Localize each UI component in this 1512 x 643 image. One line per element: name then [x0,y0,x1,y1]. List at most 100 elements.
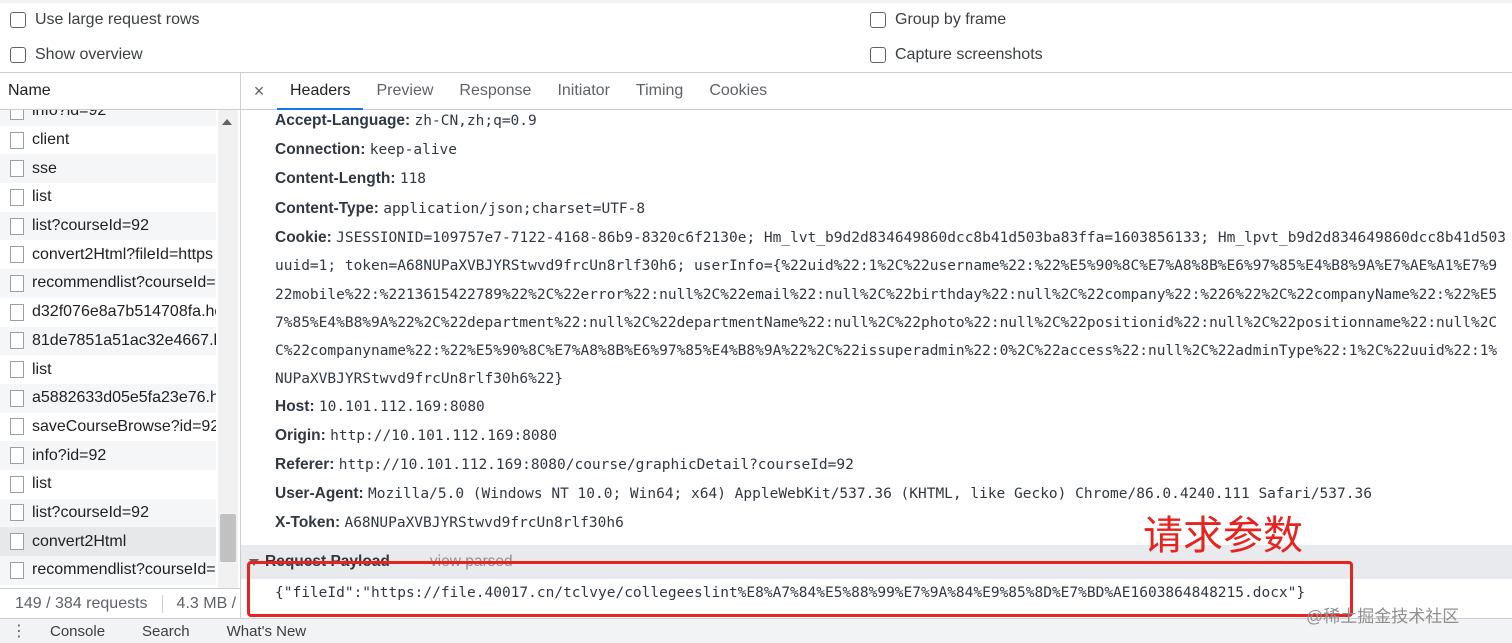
request-row[interactable]: saveCourseBrowse?id=92 [0,413,216,442]
header-host: Host: 10.101.112.169:8080 [275,398,485,416]
file-icon [10,188,24,206]
request-row[interactable]: list?courseId=92 [0,498,216,528]
cookie-continuation: C%22companyname%22:%22%E5%90%8C%E7%A8%8B… [275,343,1498,359]
annotation-label: 请求参数 [1143,513,1303,559]
cookie-continuation: 22mobile%22:%2213615422789%22%2C%22error… [275,287,1498,303]
request-name: recommendlist?courseId= [32,561,216,579]
scrollbar-thumb[interactable] [220,514,236,562]
request-name: recommendlist?courseId= [32,274,216,292]
request-name: info?id=92 [32,110,107,120]
close-icon[interactable]: × [241,73,277,109]
header-key: Origin: [275,427,326,444]
request-name: d32f076e8a7b514708fa.hc [32,303,216,321]
show-overview-setting[interactable]: Show overview [10,46,143,64]
header-value: A68NUPaXVBJYRStwvd9frcUn8rlf30h6 [344,515,624,531]
group-by-frame-setting[interactable]: Group by frame [870,11,1006,29]
header-value: 118 [399,171,427,187]
request-row[interactable]: list?courseId=92 [0,211,216,241]
name-column-label: Name [8,82,51,99]
name-column-header[interactable]: Name [0,73,240,110]
request-list-panel: Name info?id=92 client sse list list?courseI… [0,73,241,618]
request-row[interactable]: info?id=92 [0,110,216,126]
tab-initiator[interactable]: Initiator [544,73,622,109]
header-value: 10.101.112.169:8080 [318,399,485,415]
file-icon [10,389,24,407]
file-icon [10,246,24,264]
request-detail-panel: × Headers Preview Response Initiator Tim… [241,73,1512,618]
header-origin: Origin: http://10.101.112.169:8080 [275,427,557,445]
request-row[interactable]: sse [0,154,216,184]
file-icon [10,418,24,436]
header-user-agent: User-Agent: Mozilla/5.0 (Windows NT 10.0… [275,485,1372,503]
use-large-rows-checkbox[interactable] [10,12,26,28]
capture-screenshots-checkbox[interactable] [870,47,886,63]
group-by-frame-checkbox[interactable] [870,12,886,28]
file-icon [10,447,24,465]
request-row[interactable]: list [0,183,216,212]
request-row[interactable]: convert2Html?fileId=https [0,240,216,269]
header-key: Connection: [275,141,366,158]
request-row[interactable]: info?id=92 [0,441,216,470]
file-icon [10,533,24,551]
request-row[interactable]: recommendlist?courseId= [0,556,216,585]
request-row[interactable]: recommendlist?courseId= [0,269,216,298]
cookie-continuation: uuid=1; token=A68NUPaXVBJYRStwvd9frcUn8r… [275,258,1498,274]
file-icon [10,110,24,120]
show-overview-label: Show overview [35,46,143,63]
header-value: zh-CN,zh;q=0.9 [414,113,537,129]
file-icon [10,361,24,379]
request-name: convert2Html [32,532,127,550]
request-row[interactable]: d32f076e8a7b514708fa.hc [0,298,216,327]
header-value: Mozilla/5.0 (Windows NT 10.0; Win64; x64… [368,486,1372,502]
file-icon [10,504,24,522]
request-name: list [32,188,52,206]
request-name: convert2Html?fileId=https [32,245,213,263]
request-name: client [32,131,70,149]
header-connection: Connection: keep-alive [275,141,457,159]
request-name: saveCourseBrowse?id=92 [32,417,216,435]
use-large-rows-setting[interactable]: Use large request rows [10,11,200,29]
request-row[interactable]: list [0,470,216,499]
file-icon [10,217,24,235]
request-row[interactable]: list [0,355,216,384]
tab-label: Response [459,82,532,99]
capture-screenshots-label: Capture screenshots [895,46,1043,63]
request-name: sse [32,159,57,177]
drawer-tab-console[interactable]: Console [38,623,130,640]
scroll-up-arrow-icon[interactable] [222,119,232,125]
drawer-tab-search[interactable]: Search [130,623,215,640]
header-key: Cookie: [275,229,332,246]
request-row[interactable]: a5882633d05e5fa23e76.h. [0,383,216,413]
annotation-highlight-box [247,561,1353,617]
tab-response[interactable]: Response [446,73,544,109]
tab-preview[interactable]: Preview [363,73,446,109]
header-value: JSESSIONID=109757e7-7122-4168-86b9-8320c… [336,230,1506,246]
header-value: application/json;charset=UTF-8 [383,201,646,217]
tab-headers[interactable]: Headers [277,73,364,110]
request-row[interactable]: convert2Html [0,527,216,556]
drawer-tabbar: ⋮ Console Search What's New [0,618,1512,643]
tab-cookies[interactable]: Cookies [696,73,780,109]
show-overview-checkbox[interactable] [10,47,26,63]
header-value: http://10.101.112.169:8080 [330,428,558,444]
request-row[interactable]: client [0,126,216,155]
header-value: http://10.101.112.169:8080/course/graphi… [338,457,854,473]
request-row[interactable]: 81de7851a51ac32e4667.h [0,326,216,356]
more-menu-icon[interactable]: ⋮ [0,621,38,641]
file-icon [10,475,24,493]
request-list-scrollbar[interactable] [218,110,238,588]
tab-label: Headers [290,82,351,99]
header-key: Content-Length: [275,170,396,187]
request-name: list?courseId=92 [32,217,149,235]
tab-timing[interactable]: Timing [623,73,696,109]
file-icon [10,561,24,579]
drawer-tab-whats-new[interactable]: What's New [215,623,332,640]
network-settings-panel: Use large request rows Show overview Gro… [0,0,1512,73]
request-name: list?courseId=92 [32,503,149,521]
file-icon [10,274,24,292]
request-name: a5882633d05e5fa23e76.h. [32,389,216,407]
toolbar-edge [0,0,1512,3]
capture-screenshots-setting[interactable]: Capture screenshots [870,46,1043,64]
header-content-length: Content-Length: 118 [275,170,426,188]
use-large-rows-label: Use large request rows [35,11,200,28]
